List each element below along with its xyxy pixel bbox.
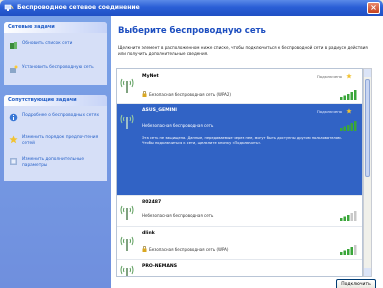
scroll-up-button[interactable] <box>364 69 371 77</box>
window-title: Беспроводное сетевое соединение <box>17 4 140 11</box>
network-icon <box>4 4 14 11</box>
setup-wireless-network-label: Установить беспроводную сеть <box>22 65 94 70</box>
change-advanced-settings-label: Изменить дополнительные параметры <box>22 157 85 168</box>
task-pane: Сетевые задачи Обновить список сети Уста… <box>0 16 111 288</box>
network-item-pro-nemans[interactable]: PRO-NEMANS <box>117 260 362 276</box>
page-description: Щелкните элемент в расположенном ниже сп… <box>118 45 368 56</box>
signal-strength-icon <box>340 121 357 131</box>
antenna-icon <box>120 114 134 129</box>
network-details: Эта сеть не защищена. Данные, передаваем… <box>142 136 342 145</box>
network-item-802487[interactable]: 802487 Небезопасная беспроводная сеть <box>117 196 362 227</box>
main-pane: Выберите беспроводную сеть Щелкните элем… <box>111 16 383 288</box>
network-name: 802487 <box>142 200 162 205</box>
network-security: Безопасная беспроводная сеть (WPA2) <box>149 92 231 97</box>
network-item-mynet[interactable]: MyNet Подключено Безопасная беспроводная… <box>117 69 362 104</box>
change-preferred-order-label: Изменить порядок предпочтения сетей <box>22 135 99 146</box>
network-item-dlink[interactable]: dlink Безопасная беспроводная сеть (WPA) <box>117 227 362 260</box>
network-name: ASUS_GEMINI <box>142 108 177 113</box>
scroll-thumb[interactable] <box>365 79 370 177</box>
lock-icon <box>142 246 147 252</box>
network-status: Подключено <box>316 109 342 114</box>
wireless-setup-icon <box>10 65 18 73</box>
preferred-star-icon <box>346 73 352 79</box>
network-name: dlink <box>142 231 155 236</box>
settings-icon <box>10 158 17 165</box>
title-bar[interactable]: Беспроводное сетевое соединение × <box>0 0 383 16</box>
preferred-star-icon <box>346 108 352 114</box>
refresh-network-list-label: Обновить список сети <box>22 41 73 46</box>
network-security: Небезопасная беспроводная сеть <box>142 123 214 128</box>
antenna-icon <box>120 78 134 93</box>
lock-icon <box>142 91 147 97</box>
learn-wireless-label: Подробнее о беспроводных сетях <box>22 113 99 118</box>
network-tasks-header[interactable]: Сетевые задачи <box>4 22 107 33</box>
related-tasks-header[interactable]: Сопутствующие задачи <box>4 95 107 106</box>
network-tasks-panel: Сетевые задачи Обновить список сети Уста… <box>4 22 107 85</box>
signal-strength-icon <box>340 211 357 221</box>
change-advanced-settings-link[interactable]: Изменить дополнительные параметры <box>4 154 107 172</box>
network-security: Небезопасная беспроводная сеть <box>142 213 214 218</box>
network-security: Безопасная беспроводная сеть (WPA) <box>149 247 229 252</box>
related-tasks-panel: Сопутствующие задачи Подробнее о беспров… <box>4 95 107 181</box>
setup-wireless-network-link[interactable]: Установить беспроводную сеть <box>4 62 107 80</box>
network-item-asus-gemini[interactable]: ASUS_GEMINI Подключено Небезопасная бесп… <box>117 104 362 196</box>
signal-strength-icon <box>340 90 357 100</box>
close-button[interactable]: × <box>367 2 380 14</box>
wireless-connection-window: Беспроводное сетевое соединение × Сетевы… <box>0 0 383 288</box>
network-name: MyNet <box>142 74 159 79</box>
antenna-icon <box>120 205 134 220</box>
change-preferred-order-link[interactable]: Изменить порядок предпочтения сетей <box>4 132 107 150</box>
network-name: PRO-NEMANS <box>142 264 178 269</box>
antenna-icon <box>120 265 134 276</box>
page-title: Выберите беспроводную сеть <box>118 26 266 36</box>
info-icon <box>9 113 18 122</box>
learn-wireless-link[interactable]: Подробнее о беспроводных сетях <box>4 110 107 128</box>
scroll-down-button[interactable] <box>364 268 371 276</box>
refresh-icon <box>10 42 17 49</box>
network-status: Подключено <box>316 74 342 79</box>
refresh-network-list-link[interactable]: Обновить список сети <box>4 38 107 56</box>
network-list-scrollbar[interactable] <box>363 68 372 277</box>
network-list[interactable]: MyNet Подключено Безопасная беспроводная… <box>116 68 363 277</box>
connect-button[interactable]: Подключить <box>336 279 376 288</box>
star-icon <box>9 135 18 144</box>
antenna-icon <box>120 236 134 251</box>
signal-strength-icon <box>340 245 357 255</box>
